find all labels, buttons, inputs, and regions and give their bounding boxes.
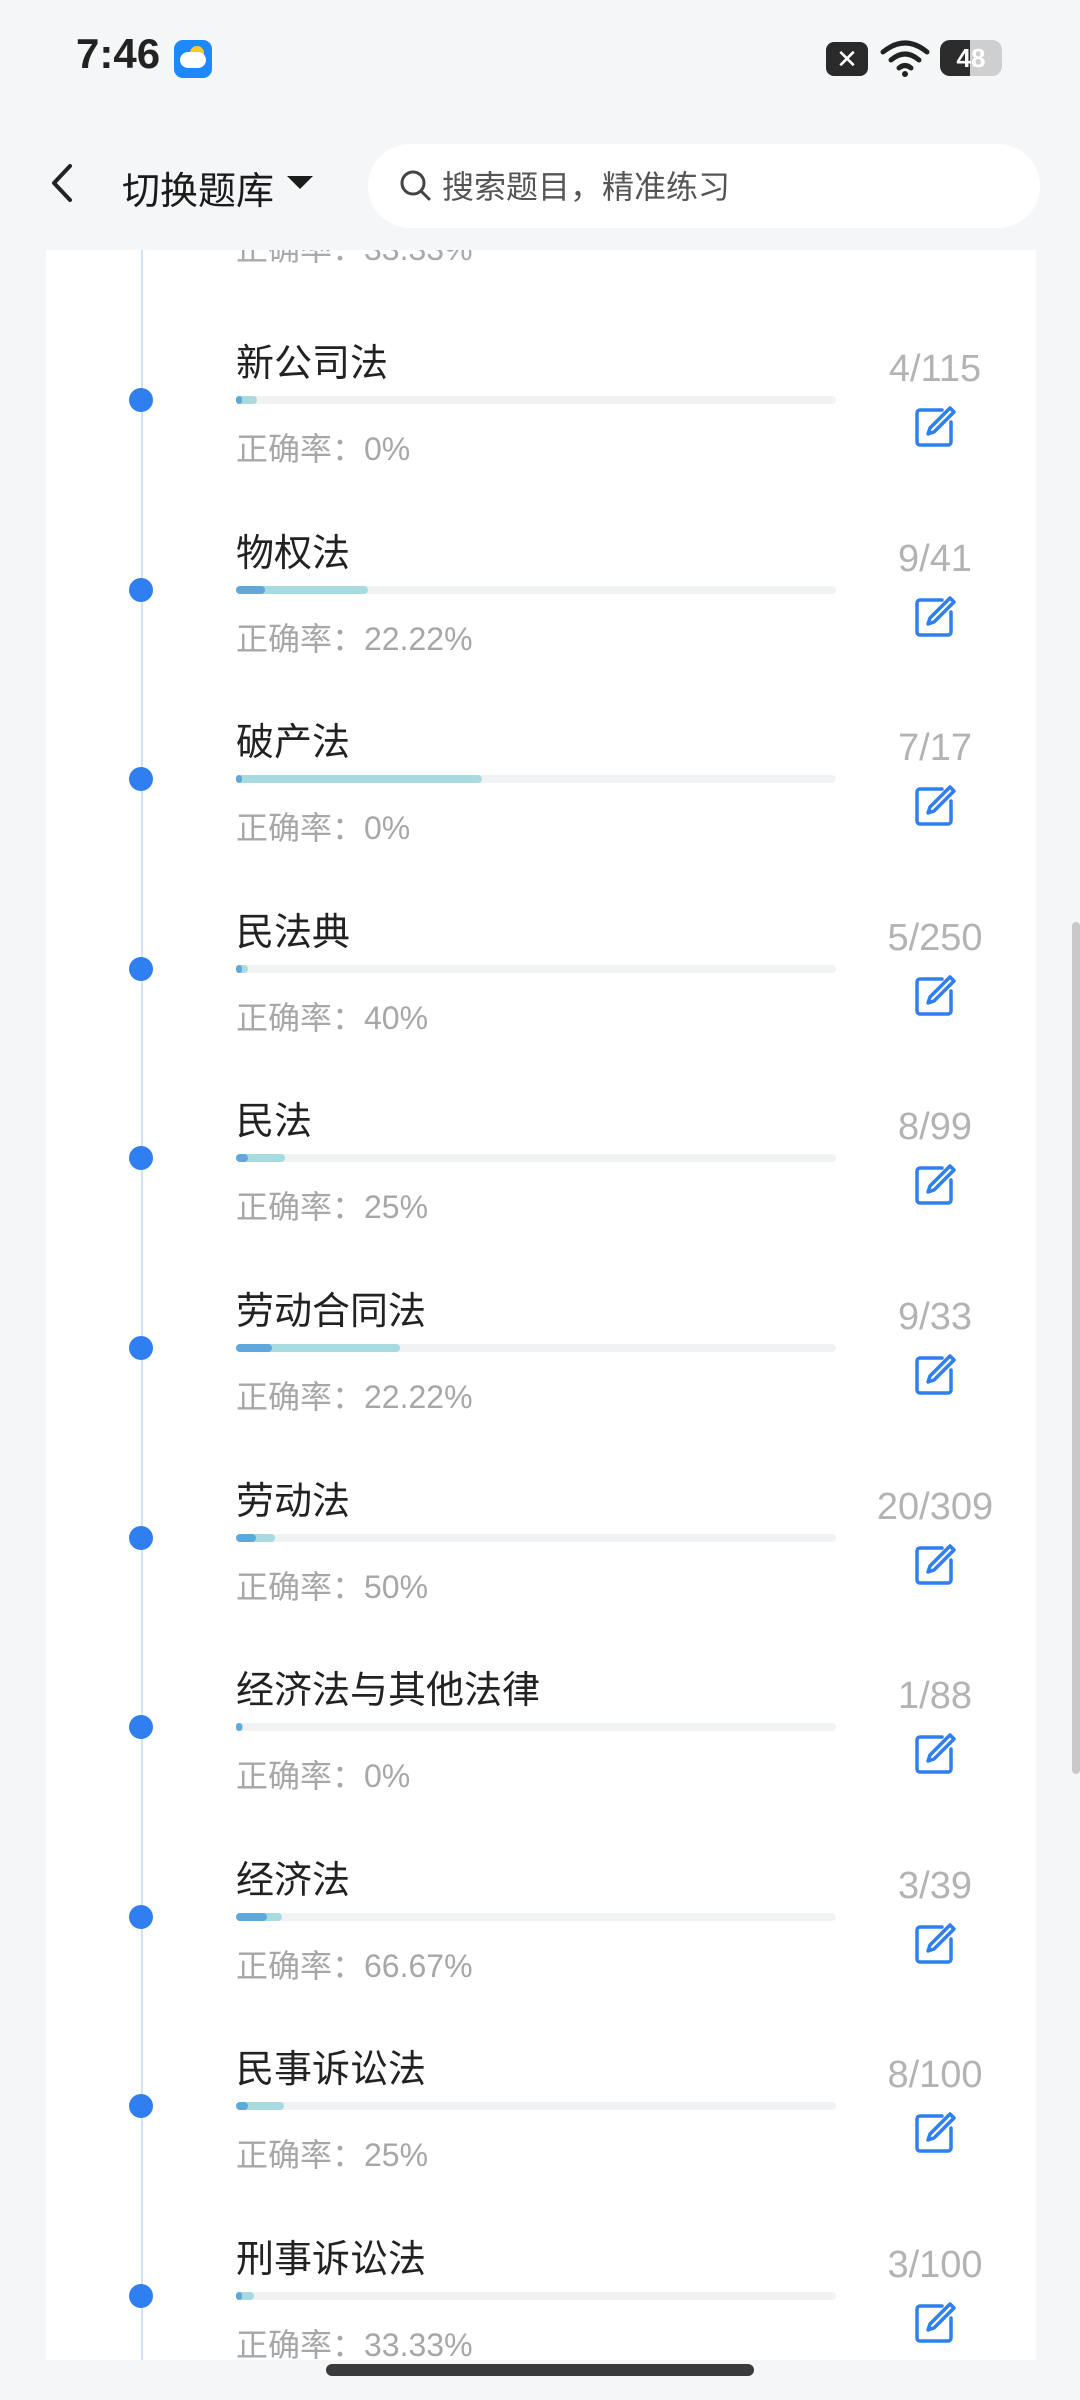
progress-fill	[236, 775, 482, 784]
edit-icon[interactable]	[912, 1162, 958, 1208]
weather-icon	[174, 40, 212, 78]
progress-track	[236, 396, 836, 404]
course-title[interactable]: 民事诉讼法	[236, 2038, 426, 2093]
home-indicator[interactable]	[326, 2364, 754, 2376]
correct-fill	[236, 1343, 273, 1352]
progress-count: 5/250	[887, 916, 983, 959]
caret-down-icon[interactable]	[287, 176, 313, 189]
status-time: 7:46	[76, 30, 161, 77]
progress-track	[236, 1723, 836, 1732]
progress-count: 3/39	[898, 1864, 972, 1907]
list-item[interactable]: 民事诉讼法 正确率：25% 8/100	[0, 1968, 1080, 2173]
list-item[interactable]: 经济法与其他法律 正确率：0% 1/88	[0, 1589, 1080, 1794]
timeline-dot	[129, 1525, 153, 1550]
list-item[interactable]: 劳动合同法 正确率：22.22% 9/33	[0, 1210, 1080, 1415]
switch-bank-title[interactable]: 切换题库	[122, 160, 274, 215]
list-item[interactable]: 民法 正确率：25% 8/99	[0, 1020, 1080, 1225]
timeline-dot	[129, 1904, 153, 1929]
timeline-dot	[129, 1715, 153, 1740]
correct-fill	[236, 1912, 267, 1921]
correct-fill	[236, 775, 242, 784]
back-icon[interactable]	[42, 158, 82, 208]
timeline-dot	[129, 388, 153, 412]
progress-count: 9/41	[898, 537, 972, 580]
course-title[interactable]: 经济法与其他法律	[236, 1659, 540, 1714]
correct-fill	[236, 1533, 256, 1542]
timeline-dot	[129, 1335, 153, 1360]
list-item[interactable]: 破产法 正确率：0% 7/17	[0, 641, 1080, 846]
progress-count: 4/115	[888, 348, 982, 390]
progress-track	[236, 1343, 836, 1352]
edit-icon[interactable]	[912, 783, 958, 829]
course-title[interactable]: 破产法	[236, 711, 350, 766]
list-item[interactable]: 民法典 正确率：40% 5/250	[0, 831, 1080, 1036]
course-title[interactable]: 物权法	[236, 522, 350, 577]
progress-track	[236, 964, 836, 973]
progress-track	[236, 1154, 836, 1163]
list-item[interactable]: 新公司法 正确率：0% 4/115	[0, 262, 1080, 467]
course-title[interactable]: 劳动法	[236, 1470, 350, 1525]
scrollbar[interactable]	[1072, 922, 1080, 1774]
correct-fill	[236, 396, 242, 404]
close-notification-icon: ✕	[826, 42, 868, 76]
edit-icon[interactable]	[912, 1352, 958, 1398]
course-title[interactable]: 新公司法	[236, 332, 388, 387]
course-title[interactable]: 民法典	[236, 901, 350, 956]
edit-icon[interactable]	[912, 594, 958, 640]
edit-icon[interactable]	[912, 2300, 958, 2346]
progress-count: 9/33	[898, 1295, 972, 1338]
search-input[interactable]	[440, 162, 1004, 212]
correct-fill	[236, 2102, 248, 2111]
progress-track	[236, 2291, 836, 2300]
timeline-dot	[129, 577, 153, 602]
progress-count: 8/100	[887, 2054, 983, 2097]
correct-fill	[236, 1723, 242, 1732]
course-title[interactable]: 经济法	[236, 1849, 350, 1904]
edit-icon[interactable]	[912, 1921, 958, 1967]
edit-icon[interactable]	[912, 1542, 958, 1588]
edit-icon[interactable]	[912, 2110, 958, 2156]
timeline-dot	[129, 2094, 153, 2119]
edit-icon[interactable]	[912, 404, 958, 450]
correct-fill	[236, 1154, 249, 1163]
search-bar[interactable]	[368, 144, 1040, 228]
progress-count: 3/100	[887, 2243, 983, 2286]
list-item[interactable]: 经济法 正确率：66.67% 3/39	[0, 1779, 1080, 1984]
status-bar: 7:46 ✕ 48	[0, 0, 1080, 120]
course-title[interactable]: 劳动合同法	[236, 1280, 426, 1335]
correct-fill	[236, 2291, 242, 2300]
timeline-dot	[129, 767, 153, 792]
header: 切换题库	[0, 120, 1080, 250]
list-item[interactable]: 刑事诉讼法正确率：33.33% 3/100	[0, 2158, 1080, 2363]
progress-track	[236, 2102, 836, 2111]
battery-icon: 48	[940, 40, 1002, 76]
course-title[interactable]: 民法	[236, 1090, 312, 1145]
accuracy-text: 正确率：33.33%	[236, 2326, 473, 2363]
progress-count: 1/88	[898, 1675, 972, 1718]
correct-fill	[236, 585, 266, 594]
correct-fill	[236, 964, 242, 973]
progress-track	[236, 775, 836, 784]
progress-count: 20/309	[876, 1485, 994, 1528]
progress-count: 7/17	[898, 727, 972, 770]
list-item[interactable]: 劳动法 正确率：50% 20/309	[0, 1400, 1080, 1605]
timeline-dot	[129, 1146, 153, 1171]
progress-track	[236, 1533, 836, 1542]
edit-icon[interactable]	[912, 1731, 958, 1777]
progress-track	[236, 1912, 836, 1921]
timeline-dot	[129, 956, 153, 981]
edit-icon[interactable]	[912, 973, 958, 1019]
progress-track	[236, 585, 836, 594]
course-title[interactable]: 刑事诉讼法	[236, 2228, 426, 2283]
list-item[interactable]: 物权法 正确率：22.22% 9/41	[0, 452, 1080, 657]
progress-count: 8/99	[898, 1106, 972, 1149]
search-icon	[400, 170, 431, 201]
battery-level: 48	[956, 43, 986, 73]
timeline-dot	[129, 2283, 153, 2308]
wifi-icon	[880, 40, 930, 77]
